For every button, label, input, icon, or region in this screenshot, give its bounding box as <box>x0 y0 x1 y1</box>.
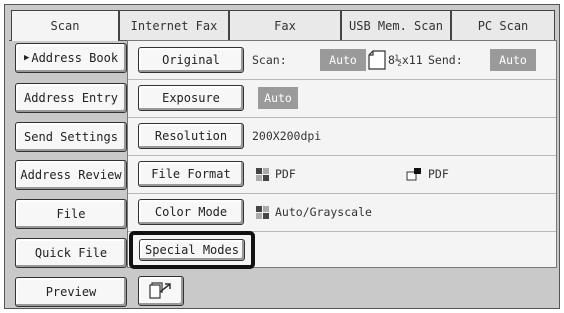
file-format-bw: PDF <box>256 155 296 193</box>
resolution-row: Resolution 200X200dpi <box>128 117 556 156</box>
paper-size-value: 8½x11 <box>388 53 423 67</box>
color-mode-button[interactable]: Color Mode <box>138 199 244 225</box>
file-format-color-value: PDF <box>428 167 449 181</box>
tab-fax[interactable]: Fax <box>229 10 341 40</box>
tab-pc-scan[interactable]: PC Scan <box>451 10 555 40</box>
address-review-label: Address Review <box>20 168 122 182</box>
send-settings-button[interactable]: Send Settings <box>15 122 127 152</box>
exposure-button[interactable]: Exposure <box>138 85 244 111</box>
send-value: Auto <box>490 49 536 71</box>
file-format-row: File Format PDF PDF <box>128 155 556 194</box>
file-format-color: PDF <box>406 155 449 193</box>
color-mode-value-wrap: Auto/Grayscale <box>256 193 372 231</box>
address-book-button[interactable]: ▶ Address Book <box>15 43 127 73</box>
grid-icon <box>256 167 269 181</box>
send-document-button[interactable] <box>138 276 184 306</box>
exposure-value: Auto <box>258 87 298 109</box>
file-format-button[interactable]: File Format <box>138 161 244 187</box>
address-review-button[interactable]: Address Review <box>15 160 127 190</box>
color-mode-value: Auto/Grayscale <box>275 205 372 219</box>
send-doc-icon <box>149 282 171 299</box>
special-modes-button[interactable]: Special Modes <box>139 239 245 261</box>
address-book-label: Address Book <box>31 51 119 65</box>
resolution-value: 200X200dpi <box>252 129 322 143</box>
special-modes-highlight: Special Modes <box>129 231 255 269</box>
paper-size-icon <box>368 50 386 70</box>
preview-button[interactable]: Preview <box>15 277 127 307</box>
resolution-button[interactable]: Resolution <box>138 123 244 149</box>
file-format-bw-value: PDF <box>275 167 296 181</box>
color-mode-row: Color Mode Auto/Grayscale <box>128 193 556 232</box>
send-label: Send: <box>428 53 463 67</box>
send-settings-label: Send Settings <box>24 130 118 144</box>
tab-internet-fax[interactable]: Internet Fax <box>119 10 229 40</box>
original-button[interactable]: Original <box>138 47 244 73</box>
scan-label: Scan: <box>252 53 287 67</box>
quick-file-button[interactable]: Quick File <box>15 238 127 268</box>
exposure-row: Exposure Auto <box>128 79 556 118</box>
file-button[interactable]: File <box>15 199 127 229</box>
tab-usb-mem-scan[interactable]: USB Mem. Scan <box>341 10 451 40</box>
original-row: Original Scan: Auto 8½x11 Send: Auto <box>128 41 556 80</box>
grid-icon <box>256 205 269 219</box>
tab-scan[interactable]: Scan <box>11 10 119 41</box>
scan-value: Auto <box>320 49 366 71</box>
preview-label: Preview <box>45 285 97 299</box>
address-entry-label: Address Entry <box>24 91 118 105</box>
quick-file-label: Quick File <box>34 246 108 260</box>
triangle-right-icon: ▶ <box>23 53 30 63</box>
file-label: File <box>56 207 86 221</box>
address-entry-button[interactable]: Address Entry <box>15 83 127 113</box>
color-doc-icon <box>406 168 421 181</box>
